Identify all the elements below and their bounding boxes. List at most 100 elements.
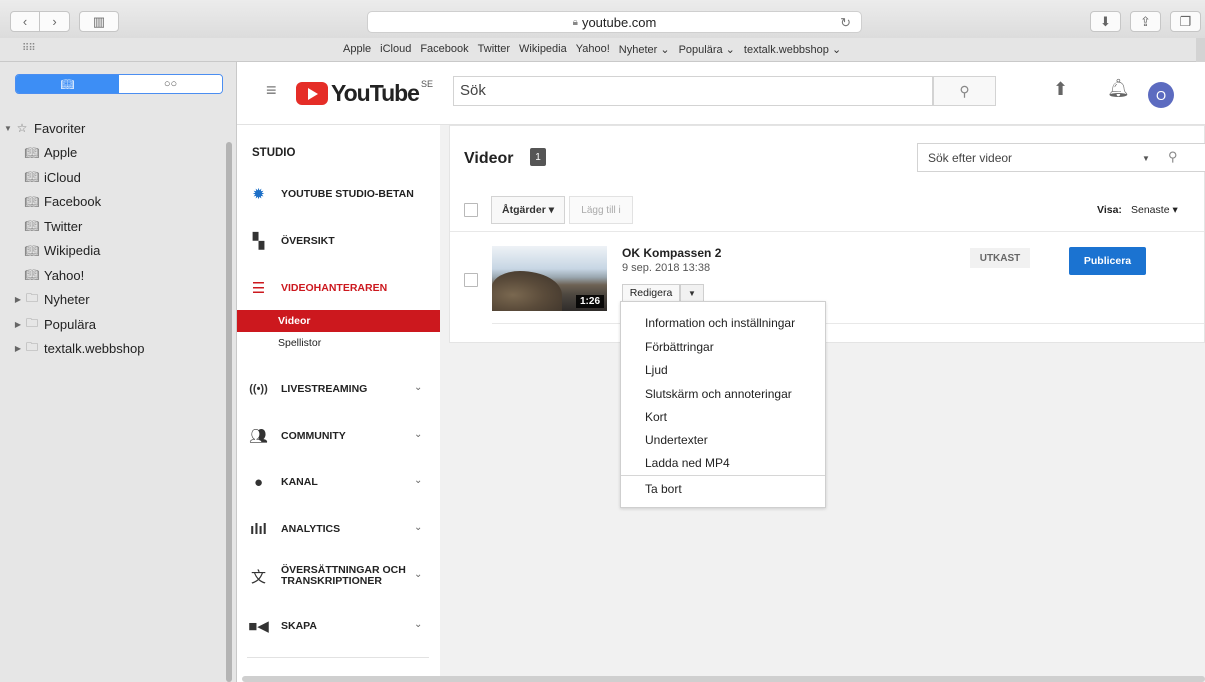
actions-button[interactable]: Åtgärder ▾ [491, 196, 565, 224]
edit-dropdown-toggle[interactable]: ▼ [680, 284, 704, 302]
bookmarks-overflow[interactable] [1196, 38, 1205, 62]
folder-label: Populära [44, 316, 97, 332]
favorite-label: Yahoo! [44, 267, 85, 283]
reading-list-tab-icon[interactable]: ○○ [119, 75, 222, 93]
book-icon: 📖︎ [24, 268, 40, 283]
favorite-item[interactable]: 📖︎ Facebook [0, 190, 225, 215]
disclosure-closed-icon[interactable]: ▶ [12, 320, 24, 329]
menu-item-info-settings[interactable]: Information och inställningar [645, 316, 795, 330]
upload-icon[interactable]: ⬆ [1053, 79, 1068, 100]
menu-item-subtitles[interactable]: Undertexter [645, 433, 708, 447]
chevron-down-icon[interactable]: ⌄ [414, 619, 422, 630]
nav-translations[interactable]: 文 ÖVERSÄTTNINGAR OCH TRANSKRIPTIONER ⌄ [237, 561, 440, 591]
top-sites-grid-icon[interactable]: ⠿⠿ [22, 43, 36, 54]
video-row-checkbox[interactable] [464, 273, 478, 287]
sidebar-scrollbar[interactable] [226, 142, 232, 682]
chevron-down-icon[interactable]: ⌄ [414, 522, 422, 533]
bookmark-item[interactable]: Twitter [478, 43, 510, 56]
bookmark-item[interactable]: Yahoo! [576, 43, 610, 56]
caret-down-icon[interactable]: ▼ [1142, 154, 1150, 163]
favorite-item[interactable]: 📖︎ Twitter [0, 214, 225, 239]
bookmark-item[interactable]: Populära ⌄ [679, 43, 735, 56]
nav-analytics[interactable]: ılıl ANALYTICS ⌄ [237, 514, 440, 544]
nav-livestreaming[interactable]: ((•)) LIVESTREAMING ⌄ [237, 374, 440, 404]
menu-item-cards[interactable]: Kort [645, 410, 667, 424]
horizontal-scrollbar[interactable] [242, 676, 1205, 682]
disclosure-open-icon[interactable]: ▼ [2, 124, 14, 133]
edit-button[interactable]: Redigera [622, 284, 680, 302]
hamburger-menu-icon[interactable]: ≡ [266, 80, 277, 101]
bookmark-item[interactable]: textalk.webbshop ⌄ [744, 43, 841, 56]
avatar[interactable]: O [1148, 82, 1174, 108]
nav-overview[interactable]: ▚ ÖVERSIKT [237, 226, 440, 256]
sidebar-segmented-control: 📖︎ ○○ [15, 74, 223, 94]
nav-create[interactable]: ■◀ SKAPA ⌄ [237, 611, 440, 641]
add-to-button[interactable]: Lägg till i [569, 196, 633, 224]
menu-item-delete[interactable]: Ta bort [645, 482, 682, 496]
menu-item-download-mp4[interactable]: Ladda ned MP4 [645, 456, 730, 470]
nav-channel[interactable]: ● KANAL ⌄ [237, 467, 440, 497]
notifications-bell-icon[interactable]: 🔔︎ [1107, 78, 1130, 99]
bookmark-item[interactable]: Nyheter ⌄ [619, 43, 670, 56]
search-videos-input[interactable]: Sök efter videor [917, 143, 1205, 172]
nav-sub-playlists[interactable]: Spellistor [278, 337, 321, 349]
nav-label: ANALYTICS [281, 522, 341, 535]
favorites-folder[interactable]: ▼ ☆ Favoriter [0, 116, 225, 141]
favorite-label: iCloud [44, 169, 81, 185]
page-title: Videor [464, 150, 514, 167]
nav-youtube-studio-beta[interactable]: ✹ YOUTUBE STUDIO-BETAN [237, 179, 440, 209]
disclosure-closed-icon[interactable]: ▶ [12, 295, 24, 304]
sidebar-toggle-icon[interactable]: ▥ [79, 11, 119, 32]
bookmark-item[interactable]: Apple [343, 43, 371, 56]
youtube-search-input[interactable]: Sök [453, 76, 933, 106]
bookmarks-list: Apple iCloud Facebook Twitter Wikipedia … [343, 43, 841, 56]
edit-dropdown-menu: Information och inställningar Förbättrin… [620, 301, 826, 508]
youtube-wordmark: YouTube [331, 80, 420, 106]
youtube-search-button[interactable]: ⚲ [933, 76, 996, 106]
menu-item-end-screen[interactable]: Slutskärm och annoteringar [645, 387, 792, 401]
address-bar[interactable]: 🔒︎ youtube.com ↻ [367, 11, 862, 33]
sort-select[interactable]: Senaste ▾ [1131, 204, 1178, 216]
youtube-logo[interactable]: YouTube SE [296, 79, 433, 107]
favorite-item[interactable]: 📖︎ Apple [0, 141, 225, 166]
chevron-down-icon[interactable]: ⌄ [414, 569, 422, 580]
status-badge: UTKAST [970, 248, 1030, 268]
chevron-down-icon[interactable]: ⌄ [414, 382, 422, 393]
book-icon: 📖︎ [24, 170, 40, 185]
video-title-link[interactable]: OK Kompassen 2 [622, 246, 721, 260]
bookmarks-tab-icon[interactable]: 📖︎ [16, 75, 119, 93]
favorite-folder[interactable]: ▶ 🗀︎ textalk.webbshop [0, 337, 225, 362]
favorite-item[interactable]: 📖︎ Wikipedia [0, 239, 225, 264]
back-icon[interactable]: ‹ [11, 12, 41, 31]
select-all-checkbox[interactable] [464, 203, 478, 217]
downloads-icon[interactable]: ⬇ [1090, 11, 1121, 32]
bookmark-item[interactable]: Wikipedia [519, 43, 567, 56]
divider [450, 231, 1204, 232]
favorite-item[interactable]: 📖︎ iCloud [0, 165, 225, 190]
favorite-folder[interactable]: ▶ 🗀︎ Nyheter [0, 288, 225, 313]
sidebar-divider [247, 657, 429, 658]
search-icon[interactable]: ⚲ [1168, 149, 1178, 165]
publish-button[interactable]: Publicera [1069, 247, 1146, 275]
nav-video-manager[interactable]: ☰ VIDEOHANTERAREN [237, 273, 440, 303]
share-icon[interactable]: ⇪ [1130, 11, 1161, 32]
video-thumbnail[interactable]: 1:26 [492, 246, 607, 311]
forward-icon[interactable]: › [40, 12, 69, 31]
nav-community[interactable]: 👥︎ COMMUNITY ⌄ [237, 421, 440, 451]
nav-label: KANAL [281, 475, 318, 488]
nav-sub-videos[interactable]: Videor [237, 310, 440, 332]
menu-item-audio[interactable]: Ljud [645, 363, 668, 377]
favorite-folder[interactable]: ▶ 🗀︎ Populära [0, 312, 225, 337]
disclosure-closed-icon[interactable]: ▶ [12, 344, 24, 353]
chevron-down-icon[interactable]: ⌄ [414, 475, 422, 486]
nav-label: SKAPA [281, 619, 317, 632]
video-count-badge: 1 [530, 148, 546, 166]
tabs-overview-icon[interactable]: ❐ [1170, 11, 1201, 32]
favorite-item[interactable]: 📖︎ Yahoo! [0, 263, 225, 288]
bookmark-item[interactable]: Facebook [420, 43, 468, 56]
bookmark-item[interactable]: iCloud [380, 43, 411, 56]
chevron-down-icon[interactable]: ⌄ [414, 429, 422, 440]
search-icon: ⚲ [959, 82, 970, 99]
menu-item-enhancements[interactable]: Förbättringar [645, 340, 714, 354]
reload-icon[interactable]: ↻ [840, 15, 851, 31]
